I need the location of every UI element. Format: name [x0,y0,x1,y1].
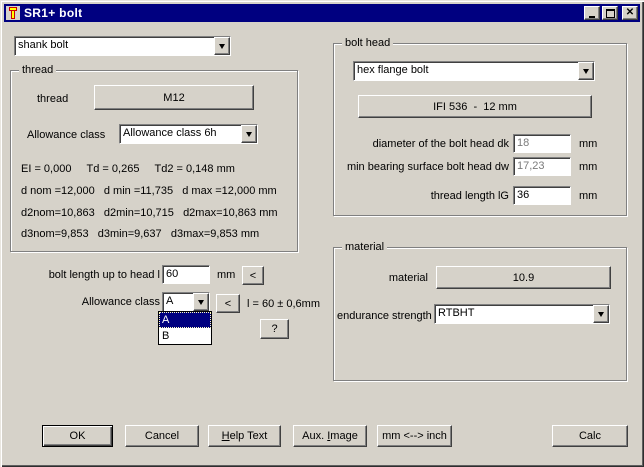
chevron-down-icon [198,300,204,305]
material-group: material material 10.9 endurance strengt… [333,247,627,381]
calc-button[interactable]: Calc [552,425,628,447]
bolt-length-unit: mm [217,269,235,281]
close-button[interactable]: ✕ [622,6,638,20]
thread-diameter-line-1: d nom =12,000 d min =11,735 d max =12,00… [21,185,277,197]
material-group-title: material [342,241,387,253]
endurance-strength-value: RTBHT [435,305,593,323]
thread-group-title: thread [19,64,56,76]
close-icon: ✕ [626,8,634,18]
head-diameter-label: diameter of the bolt head dk [334,138,509,150]
dialog-window: SR1+ bolt ✕ shank bolt thread thread M12… [0,0,644,467]
bolt-length-pick-button[interactable]: < [242,266,264,285]
bolt-head-group: bolt head hex flange bolt IFI 536 - 12 m… [333,43,627,216]
endurance-strength-label: endurance strength [337,310,432,322]
bolt-head-type-value: hex flange bolt [354,62,578,80]
thread-allowance-dropdown-button[interactable] [241,125,257,143]
thread-tolerance-line-1: EI = 0,000 Td = 0,265 Td2 = 0,148 mm [21,163,235,175]
help-button[interactable]: ? [260,319,289,339]
allowance-dropdown-list[interactable]: AB [158,311,212,345]
thread-diameter-line-2: d2nom=10,863 d2min=10,715 d2max=10,863 m… [21,207,278,219]
chevron-down-icon [219,44,225,49]
length-allowance-dropdown-button[interactable] [193,293,209,311]
chevron-down-icon [598,312,604,317]
window-title: SR1+ bolt [24,6,82,20]
material-label: material [334,272,428,284]
bolt-type-value: shank bolt [15,37,214,55]
ok-button[interactable]: OK [42,425,113,447]
minimize-icon [589,16,595,18]
length-tolerance-text: l = 60 ± 0,6mm [247,298,320,310]
bolt-type-combobox[interactable]: shank bolt [14,36,231,56]
minimize-button[interactable] [584,6,600,20]
length-allowance-combobox[interactable]: A [162,292,210,312]
chevron-down-icon [246,132,252,137]
bolt-icon [6,6,20,20]
head-diameter-field: 18 [513,134,571,153]
thread-group: thread thread M12 Allowance class Allowa… [10,70,298,252]
maximize-icon [606,9,615,18]
bolt-length-field[interactable]: 60 [162,265,210,284]
endurance-strength-combobox[interactable]: RTBHT [434,304,610,324]
bearing-surface-label: min bearing surface bolt head dw [334,161,509,173]
bolt-type-dropdown-button[interactable] [214,37,230,55]
length-allowance-label: Allowance class [8,296,160,308]
bolt-length-label: bolt length up to head l [8,269,160,281]
thread-allowance-value: Allowance class 6h [120,125,241,143]
bearing-surface-field: 17,23 [513,157,571,176]
maximize-button[interactable] [602,6,618,20]
bearing-surface-unit: mm [579,161,597,173]
aux-image-button[interactable]: Aux. Image [293,425,367,447]
length-allowance-pick-button[interactable]: < [216,294,240,313]
head-diameter-unit: mm [579,138,597,150]
thread-length-label: thread length lG [334,190,509,202]
thread-label: thread [37,93,68,105]
bolt-head-standard-button[interactable]: IFI 536 - 12 mm [358,95,592,118]
thread-length-unit: mm [579,190,597,202]
allowance-option-b[interactable]: B [159,328,211,344]
endurance-strength-dropdown-button[interactable] [593,305,609,323]
length-allowance-value: A [163,293,193,311]
thread-select-button[interactable]: M12 [94,85,254,110]
allowance-option-a[interactable]: A [159,312,211,328]
chevron-down-icon [583,69,589,74]
bolt-head-type-dropdown-button[interactable] [578,62,594,80]
title-bar[interactable]: SR1+ bolt ✕ [4,4,640,22]
window-controls: ✕ [582,6,638,20]
thread-allowance-label: Allowance class [27,129,105,141]
cancel-button[interactable]: Cancel [125,425,199,447]
help-text-button[interactable]: Help Text [208,425,281,447]
thread-diameter-line-3: d3nom=9,853 d3min=9,637 d3max=9,853 mm [21,228,259,240]
mm-inch-toggle-button[interactable]: mm <--> inch [377,425,452,447]
thread-allowance-combobox[interactable]: Allowance class 6h [119,124,258,144]
thread-length-field[interactable]: 36 [513,186,571,205]
bolt-head-type-combobox[interactable]: hex flange bolt [353,61,595,81]
material-select-button[interactable]: 10.9 [436,266,611,289]
bolt-head-group-title: bolt head [342,37,393,49]
